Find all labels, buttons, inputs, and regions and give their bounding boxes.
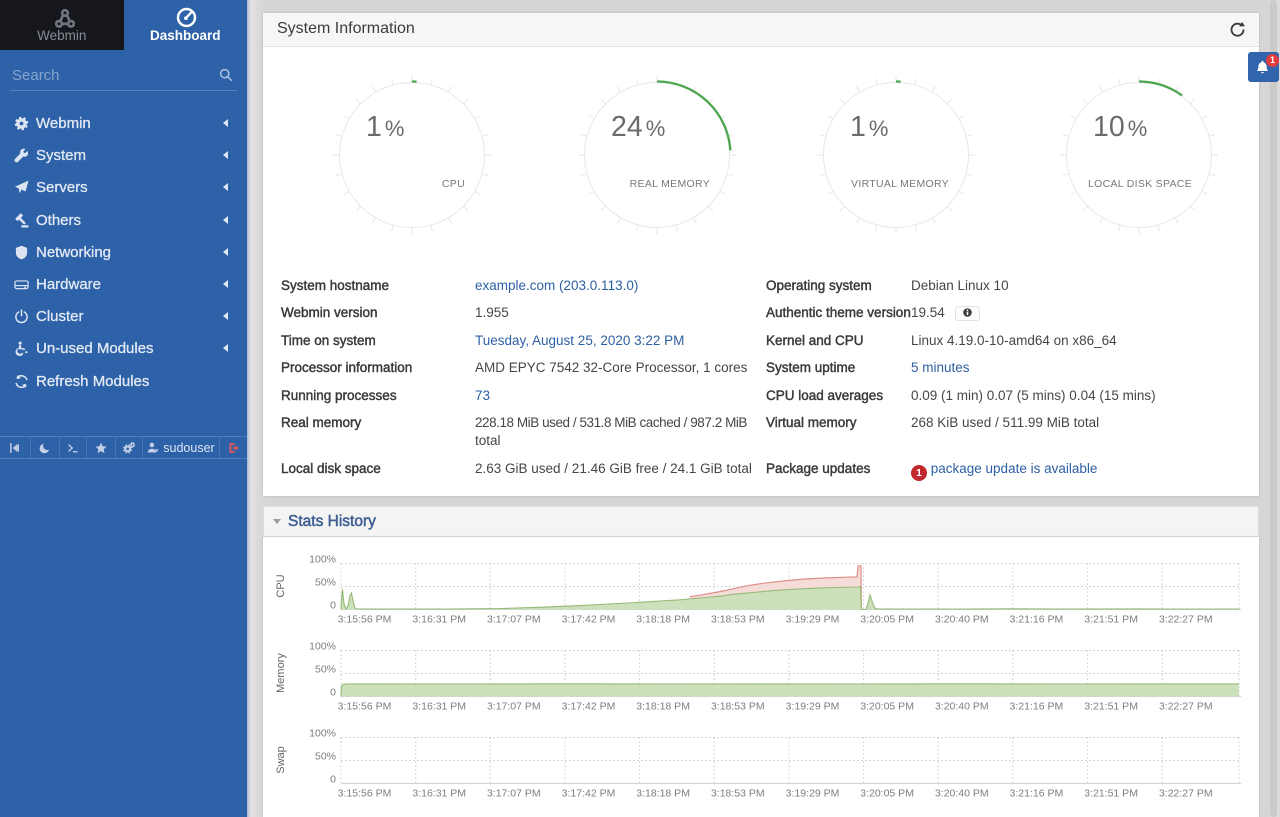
svg-text:100%: 100% bbox=[309, 640, 336, 652]
svg-text:3:17:07 PM: 3:17:07 PM bbox=[487, 701, 541, 713]
svg-text:3:18:18 PM: 3:18:18 PM bbox=[636, 788, 690, 800]
svg-text:3:21:16 PM: 3:21:16 PM bbox=[1010, 701, 1064, 713]
svg-text:Swap: Swap bbox=[275, 746, 287, 774]
svg-text:3:21:51 PM: 3:21:51 PM bbox=[1084, 701, 1138, 713]
svg-text:CPU: CPU bbox=[275, 574, 287, 597]
svg-text:3:18:53 PM: 3:18:53 PM bbox=[711, 701, 765, 713]
svg-text:3:18:53 PM: 3:18:53 PM bbox=[711, 614, 765, 626]
svg-text:50%: 50% bbox=[315, 576, 336, 588]
svg-text:3:19:29 PM: 3:19:29 PM bbox=[786, 788, 840, 800]
svg-text:3:16:31 PM: 3:16:31 PM bbox=[412, 614, 466, 626]
svg-text:3:20:40 PM: 3:20:40 PM bbox=[935, 614, 989, 626]
svg-text:100%: 100% bbox=[309, 727, 336, 739]
svg-text:3:20:05 PM: 3:20:05 PM bbox=[860, 701, 914, 713]
svg-text:3:18:18 PM: 3:18:18 PM bbox=[636, 701, 690, 713]
svg-text:3:17:42 PM: 3:17:42 PM bbox=[562, 788, 616, 800]
svg-text:3:19:29 PM: 3:19:29 PM bbox=[786, 701, 840, 713]
svg-text:3:20:40 PM: 3:20:40 PM bbox=[935, 701, 989, 713]
svg-text:3:15:56 PM: 3:15:56 PM bbox=[338, 614, 392, 626]
svg-text:3:18:53 PM: 3:18:53 PM bbox=[711, 788, 765, 800]
svg-text:3:15:56 PM: 3:15:56 PM bbox=[338, 701, 392, 713]
svg-text:3:22:27 PM: 3:22:27 PM bbox=[1159, 614, 1213, 626]
svg-text:3:21:51 PM: 3:21:51 PM bbox=[1084, 614, 1138, 626]
svg-text:50%: 50% bbox=[315, 750, 336, 762]
svg-text:100%: 100% bbox=[309, 553, 336, 565]
svg-text:0: 0 bbox=[330, 686, 336, 698]
svg-text:3:18:18 PM: 3:18:18 PM bbox=[636, 614, 690, 626]
svg-text:3:21:51 PM: 3:21:51 PM bbox=[1084, 788, 1138, 800]
svg-text:0: 0 bbox=[330, 773, 336, 785]
svg-text:3:16:31 PM: 3:16:31 PM bbox=[412, 701, 466, 713]
svg-text:3:21:16 PM: 3:21:16 PM bbox=[1010, 614, 1064, 626]
svg-text:3:17:42 PM: 3:17:42 PM bbox=[562, 701, 616, 713]
svg-text:3:20:05 PM: 3:20:05 PM bbox=[860, 614, 914, 626]
svg-text:Memory: Memory bbox=[275, 653, 287, 693]
svg-text:3:22:27 PM: 3:22:27 PM bbox=[1159, 701, 1213, 713]
svg-text:3:17:07 PM: 3:17:07 PM bbox=[487, 614, 541, 626]
svg-text:0: 0 bbox=[330, 599, 336, 611]
svg-text:3:17:42 PM: 3:17:42 PM bbox=[562, 614, 616, 626]
svg-text:3:16:31 PM: 3:16:31 PM bbox=[412, 788, 466, 800]
svg-text:3:21:16 PM: 3:21:16 PM bbox=[1010, 788, 1064, 800]
svg-text:3:20:40 PM: 3:20:40 PM bbox=[935, 788, 989, 800]
svg-text:3:19:29 PM: 3:19:29 PM bbox=[786, 614, 840, 626]
svg-text:3:17:07 PM: 3:17:07 PM bbox=[487, 788, 541, 800]
svg-text:3:15:56 PM: 3:15:56 PM bbox=[338, 788, 392, 800]
svg-text:3:20:05 PM: 3:20:05 PM bbox=[860, 788, 914, 800]
svg-text:50%: 50% bbox=[315, 663, 336, 675]
svg-text:3:22:27 PM: 3:22:27 PM bbox=[1159, 788, 1213, 800]
